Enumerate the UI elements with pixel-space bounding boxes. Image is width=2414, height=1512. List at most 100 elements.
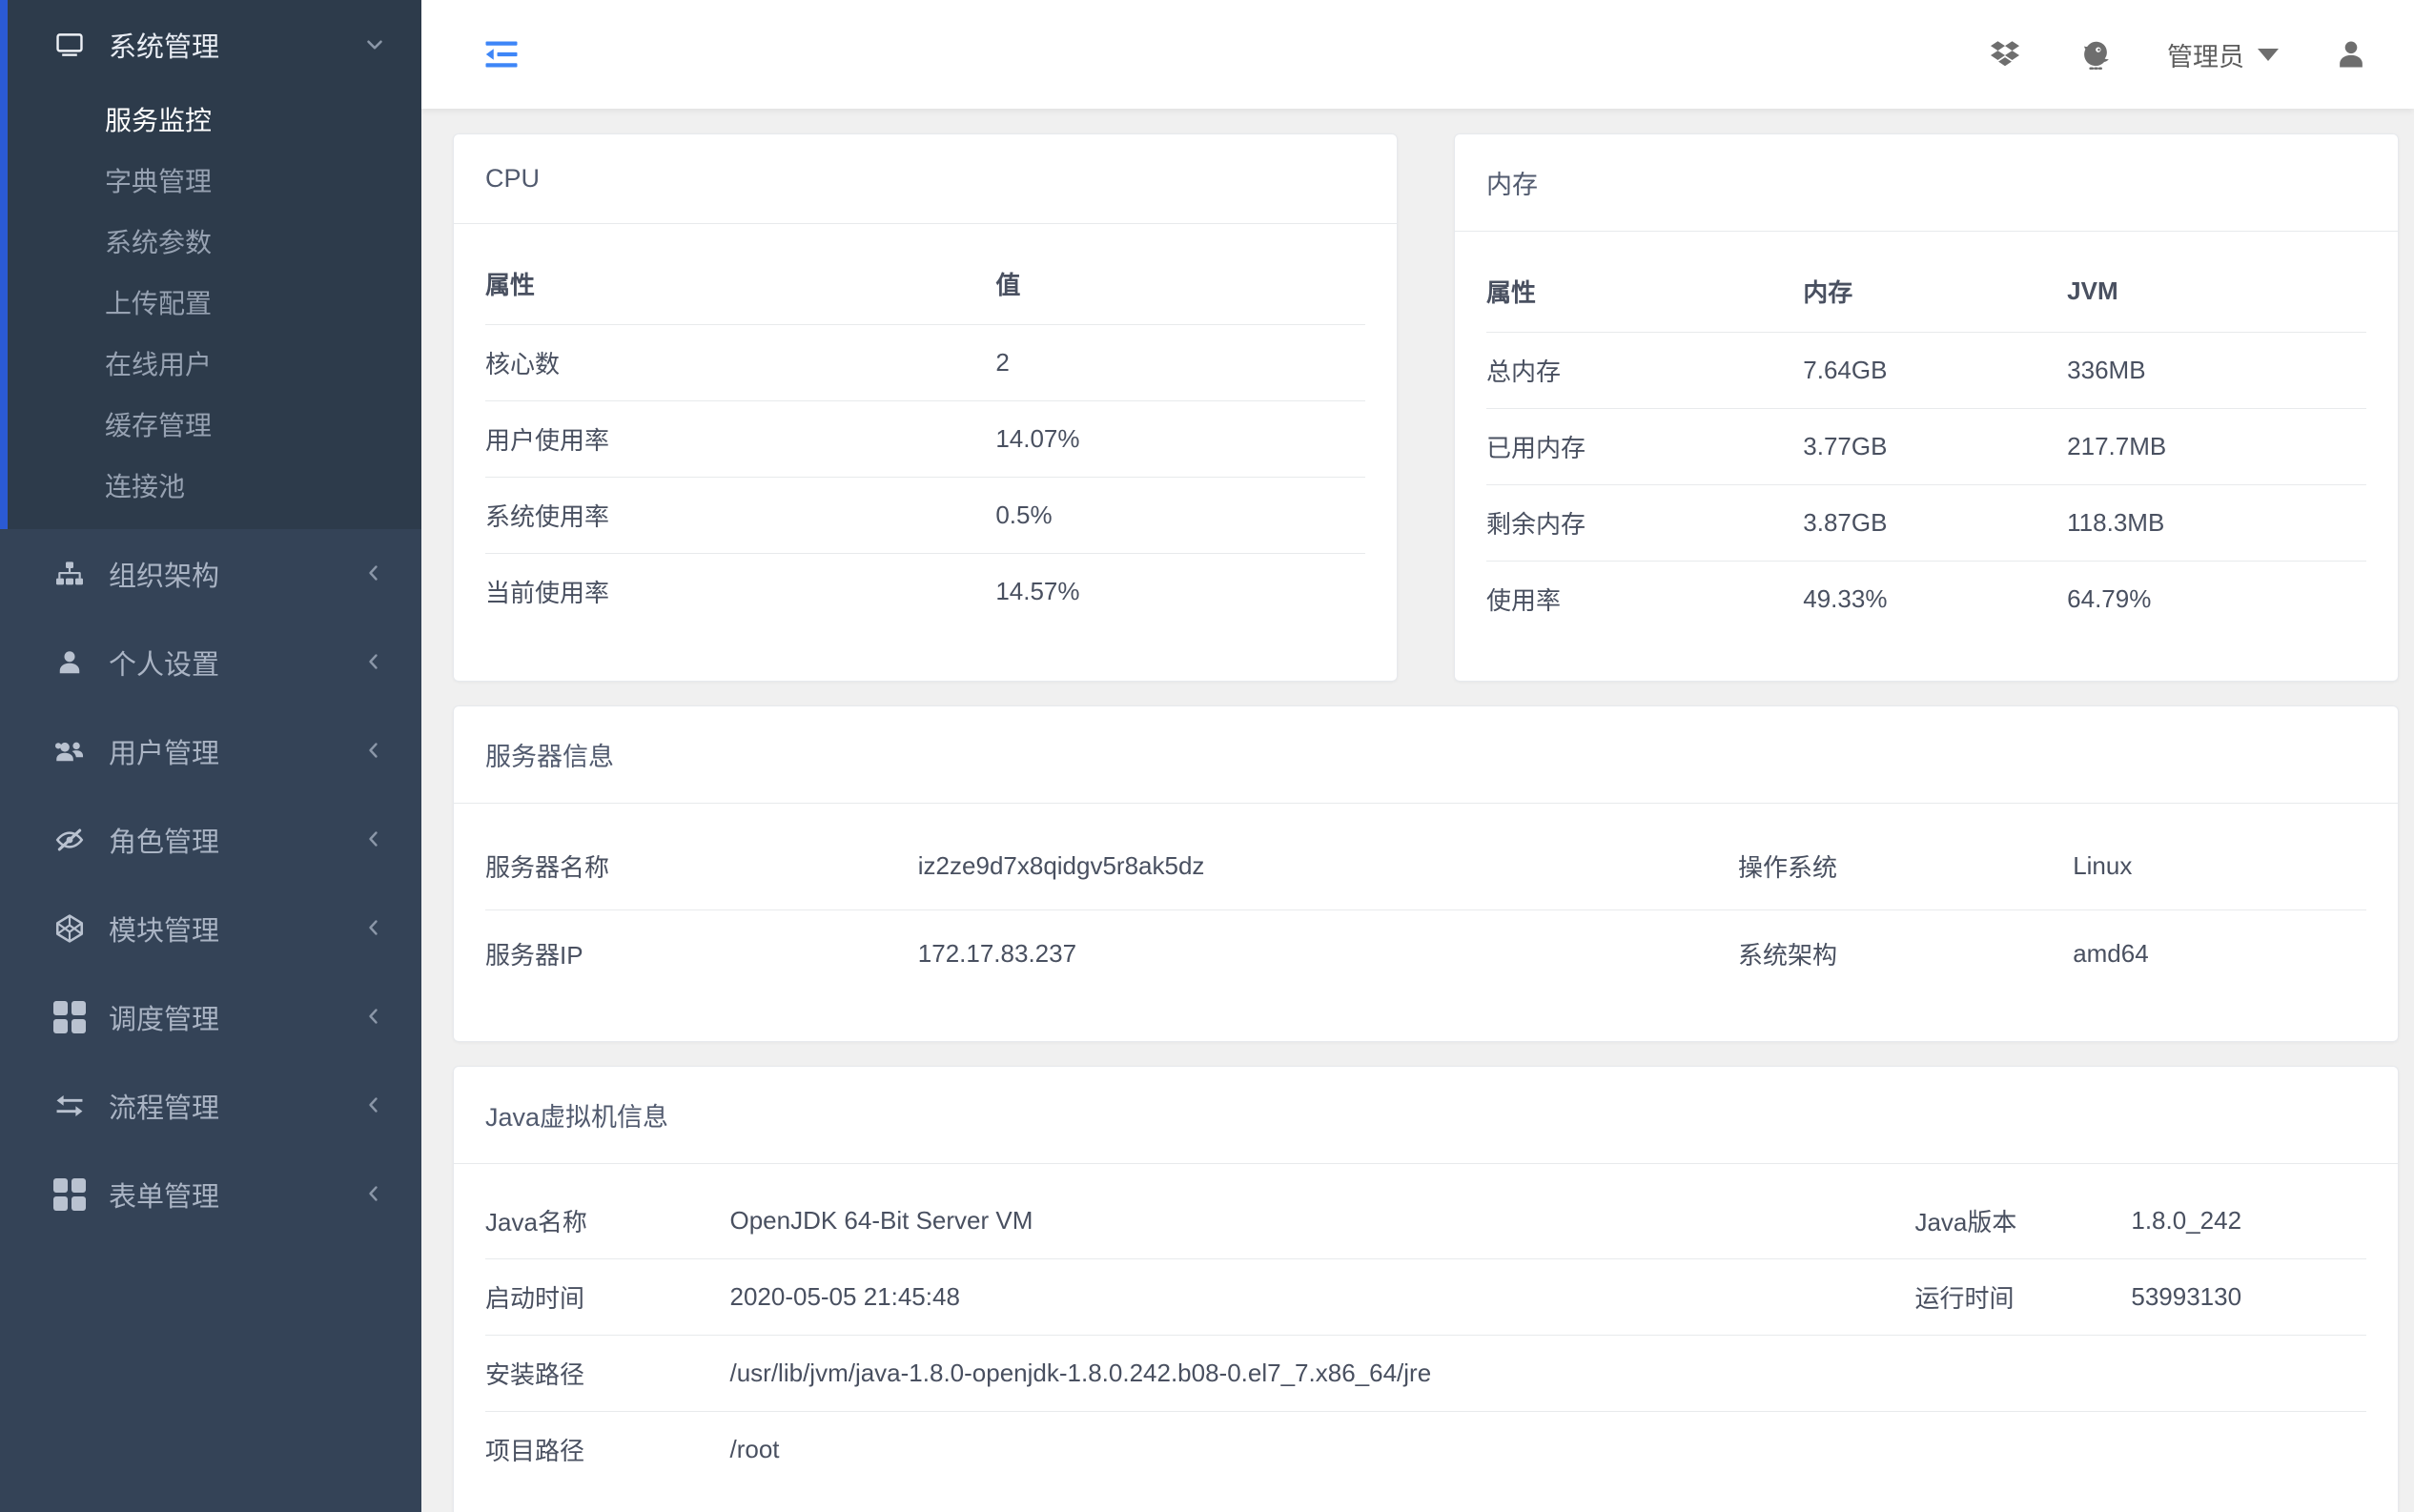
submenu-label: 服务监控 xyxy=(105,100,212,138)
table-row: 剩余内存 3.87GB 118.3MB xyxy=(1486,485,2366,562)
table-row: 项目路径 /root xyxy=(485,1412,2366,1488)
cell-value: 3.77GB xyxy=(1803,409,2067,485)
sidebar-subitem-online-users[interactable]: 在线用户 xyxy=(8,333,421,394)
sidebar-item-label: 流程管理 xyxy=(109,1086,219,1126)
sidebar-subitem-dictionary[interactable]: 字典管理 xyxy=(8,150,421,211)
user-menu[interactable]: 管理员 xyxy=(2167,36,2279,73)
user-menu-label: 管理员 xyxy=(2167,36,2244,73)
cell-value: 2 xyxy=(995,325,1365,401)
table-row: 用户使用率 14.07% xyxy=(485,401,1365,478)
sidebar-item-process-management[interactable]: 流程管理 xyxy=(0,1061,421,1150)
sidebar-subitem-system-params[interactable]: 系统参数 xyxy=(8,211,421,272)
dropbox-icon[interactable] xyxy=(1988,37,2022,72)
col-header: 属性 xyxy=(1486,251,1803,333)
table-row: 启动时间 2020-05-05 21:45:48 运行时间 53993130 xyxy=(485,1259,2366,1336)
cell-value: Linux xyxy=(2073,823,2366,910)
submenu-label: 上传配置 xyxy=(105,283,212,321)
table-row: 服务器名称 iz2ze9d7x8qidgv5r8ak5dz 操作系统 Linux xyxy=(485,823,2366,910)
sidebar-section-system: 系统管理 服务监控 字典管理 系统参数 上传配置 在线用户 缓存管理 连接池 xyxy=(0,0,421,529)
cell-value: 14.07% xyxy=(995,401,1365,478)
sidebar-item-personal-settings[interactable]: 个人设置 xyxy=(0,618,421,706)
eye-slash-icon xyxy=(53,824,86,856)
cell-label: 系统使用率 xyxy=(485,478,995,554)
cell-value: 0.5% xyxy=(995,478,1365,554)
sidebar-item-user-management[interactable]: 用户管理 xyxy=(0,706,421,795)
table-row: 系统使用率 0.5% xyxy=(485,478,1365,554)
cell-value: 336MB xyxy=(2067,333,2366,409)
top-header: 管理员 xyxy=(421,0,2414,109)
sidebar-item-label: 组织架构 xyxy=(109,554,219,594)
submenu-label: 连接池 xyxy=(105,466,185,504)
cell-value: 172.17.83.237 xyxy=(918,910,1738,998)
cell-value: /usr/lib/jvm/java-1.8.0-openjdk-1.8.0.24… xyxy=(729,1336,2366,1412)
cell-label: 已用内存 xyxy=(1486,409,1803,485)
cell-label: 系统架构 xyxy=(1738,910,2073,998)
chevron-down-icon xyxy=(362,32,387,57)
user-silhouette-icon[interactable] xyxy=(2334,37,2368,72)
table-header-row: 属性 值 xyxy=(485,243,1365,325)
table-row: 核心数 2 xyxy=(485,325,1365,401)
col-header: 属性 xyxy=(485,243,995,325)
chevron-left-icon xyxy=(362,828,387,852)
memory-card: 内存 属性 内存 JVM 总内存 7.64GB 336MB 已用内存 xyxy=(1454,133,2399,682)
table-row: 总内存 7.64GB 336MB xyxy=(1486,333,2366,409)
main-content: CPU 属性 值 核心数 2 用户使用率 14.07% xyxy=(421,109,2414,1512)
chevron-left-icon xyxy=(362,650,387,675)
sidebar-item-role-management[interactable]: 角色管理 xyxy=(0,795,421,884)
cell-value: /root xyxy=(729,1412,2366,1488)
server-info-table: 服务器名称 iz2ze9d7x8qidgv5r8ak5dz 操作系统 Linux… xyxy=(485,823,2366,997)
memory-table: 属性 内存 JVM 总内存 7.64GB 336MB 已用内存 3.77GB 2… xyxy=(1486,251,2366,637)
chevron-left-icon xyxy=(362,562,387,586)
sidebar-item-form-management[interactable]: 表单管理 xyxy=(0,1150,421,1238)
sidebar-item-organization[interactable]: 组织架构 xyxy=(0,529,421,618)
cell-label: 操作系统 xyxy=(1738,823,2073,910)
submenu-label: 系统参数 xyxy=(105,222,212,260)
sitemap-icon xyxy=(53,558,86,590)
sidebar-item-module-management[interactable]: 模块管理 xyxy=(0,884,421,972)
cell-label: 服务器IP xyxy=(485,910,918,998)
grid-icon xyxy=(53,1178,86,1211)
cell-value: 64.79% xyxy=(2067,562,2366,638)
cell-label: 用户使用率 xyxy=(485,401,995,478)
cell-label: Java名称 xyxy=(485,1183,729,1259)
chevron-left-icon xyxy=(362,739,387,764)
server-info-card: 服务器信息 服务器名称 iz2ze9d7x8qidgv5r8ak5dz 操作系统… xyxy=(453,705,2399,1042)
sidebar-item-label: 调度管理 xyxy=(109,997,219,1037)
outdent-icon[interactable] xyxy=(482,37,521,72)
exchange-icon xyxy=(53,1090,86,1122)
col-header: JVM xyxy=(2067,251,2366,333)
bird-icon[interactable] xyxy=(2077,37,2112,72)
cell-label: 核心数 xyxy=(485,325,995,401)
cell-value: 49.33% xyxy=(1803,562,2067,638)
cell-value: amd64 xyxy=(2073,910,2366,998)
table-row: 服务器IP 172.17.83.237 系统架构 amd64 xyxy=(485,910,2366,998)
sidebar-item-label: 表单管理 xyxy=(109,1175,219,1215)
server-info-card-title: 服务器信息 xyxy=(454,706,2398,804)
sidebar-subitem-service-monitor[interactable]: 服务监控 xyxy=(8,89,421,150)
jvm-card-title: Java虚拟机信息 xyxy=(454,1067,2398,1164)
cpu-table: 属性 值 核心数 2 用户使用率 14.07% 系统使用率 0.5% xyxy=(485,243,1365,629)
table-row: Java名称 OpenJDK 64-Bit Server VM Java版本 1… xyxy=(485,1183,2366,1259)
sidebar-item-label: 个人设置 xyxy=(109,643,219,683)
chevron-left-icon xyxy=(362,1005,387,1030)
sidebar-subitem-upload-config[interactable]: 上传配置 xyxy=(8,272,421,333)
laptop-icon xyxy=(53,29,86,61)
cell-value: 217.7MB xyxy=(2067,409,2366,485)
cell-label: 总内存 xyxy=(1486,333,1803,409)
sidebar-item-label: 系统管理 xyxy=(109,25,219,65)
cell-value: iz2ze9d7x8qidgv5r8ak5dz xyxy=(918,823,1738,910)
sidebar-item-schedule-management[interactable]: 调度管理 xyxy=(0,972,421,1061)
chevron-left-icon xyxy=(362,1093,387,1118)
cell-label: 服务器名称 xyxy=(485,823,918,910)
col-header: 内存 xyxy=(1803,251,2067,333)
submenu-label: 在线用户 xyxy=(105,344,212,382)
table-row: 安装路径 /usr/lib/jvm/java-1.8.0-openjdk-1.8… xyxy=(485,1336,2366,1412)
sidebar-subitem-connection-pool[interactable]: 连接池 xyxy=(8,455,421,516)
sidebar-item-system-management[interactable]: 系统管理 xyxy=(8,0,421,89)
caret-down-icon xyxy=(2258,49,2279,61)
jvm-table: Java名称 OpenJDK 64-Bit Server VM Java版本 1… xyxy=(485,1183,2366,1487)
cell-label: 启动时间 xyxy=(485,1259,729,1336)
sidebar-subitem-cache[interactable]: 缓存管理 xyxy=(8,394,421,455)
cell-label: 项目路径 xyxy=(485,1412,729,1488)
sidebar: 系统管理 服务监控 字典管理 系统参数 上传配置 在线用户 缓存管理 连接池 组… xyxy=(0,0,421,1512)
